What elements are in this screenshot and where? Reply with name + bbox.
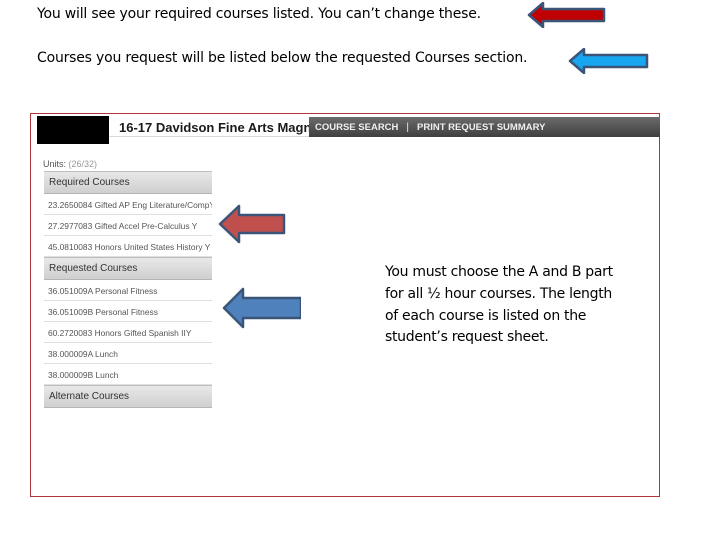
requested-course-row[interactable]: 38.000009B Lunch xyxy=(44,364,212,385)
print-request-summary-link[interactable]: PRINT REQUEST SUMMARY xyxy=(417,122,545,133)
units-value: (26/32) xyxy=(68,159,98,169)
instruction-requested: Courses you request will be listed below… xyxy=(37,50,528,66)
left-arrow-icon xyxy=(221,286,301,330)
top-nav-bar: COURSE SEARCH | PRINT REQUEST SUMMARY xyxy=(309,117,660,137)
units-readout: Units: (26/32) xyxy=(43,159,97,169)
nav-separator: | xyxy=(406,121,410,133)
required-courses-header: Required Courses xyxy=(44,171,212,194)
requested-course-row[interactable]: 36.051009A Personal Fitness xyxy=(44,280,212,301)
course-search-link[interactable]: COURSE SEARCH xyxy=(315,122,398,133)
units-label: Units: xyxy=(43,159,67,169)
redacted-logo xyxy=(37,116,109,144)
required-course-row: 45.0810083 Honors United States History … xyxy=(44,236,212,257)
school-title: 16-17 Davidson Fine Arts Magne xyxy=(119,120,319,135)
left-arrow-icon xyxy=(217,203,287,245)
required-course-row: 27.2977083 Gifted Accel Pre-Calculus Y xyxy=(44,215,212,236)
half-hour-courses-note: You must choose the A and B part for all… xyxy=(385,264,613,346)
required-course-row: 23.2650084 Gifted AP Eng Literature/Comp… xyxy=(44,194,212,215)
title-divider xyxy=(109,136,309,137)
requested-course-row[interactable]: 38.000009A Lunch xyxy=(44,343,212,364)
requested-courses-header: Requested Courses xyxy=(44,257,212,280)
left-arrow-icon xyxy=(527,2,607,28)
alternate-courses-header: Alternate Courses xyxy=(44,385,212,408)
left-arrow-icon xyxy=(568,48,650,74)
instruction-required: You will see your required courses liste… xyxy=(37,6,481,22)
requested-course-row[interactable]: 60.2720083 Honors Gifted Spanish IIY xyxy=(44,322,212,343)
course-panel: Required Courses 23.2650084 Gifted AP En… xyxy=(44,171,212,408)
requested-course-row[interactable]: 36.051009B Personal Fitness xyxy=(44,301,212,322)
